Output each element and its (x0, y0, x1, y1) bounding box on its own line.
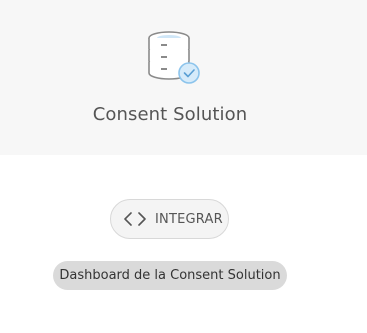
code-icon (124, 212, 146, 226)
dashboard-link-button[interactable]: Dashboard de la Consent Solution (53, 261, 287, 290)
product-card-header: Consent Solution (0, 0, 367, 155)
product-title: Consent Solution (92, 104, 248, 125)
database-check-icon (148, 31, 200, 84)
integrate-button-label: INTEGRAR (155, 211, 223, 227)
integrate-button[interactable]: INTEGRAR (110, 199, 229, 239)
